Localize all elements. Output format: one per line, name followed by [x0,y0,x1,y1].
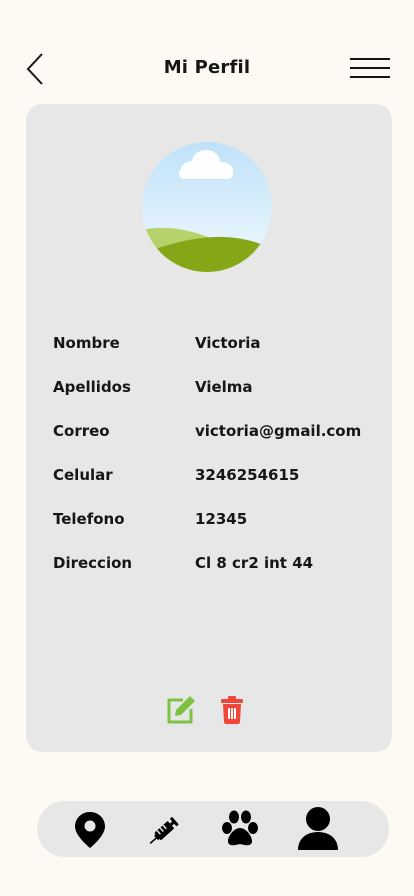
nav-location[interactable] [74,811,106,849]
edit-button[interactable] [166,695,196,725]
field-label: Nombre [53,334,120,352]
profile-row-correo: Correo victoria@gmail.com [53,422,383,444]
profile-row-direccion: Direccion Cl 8 cr2 int 44 [53,554,383,576]
nav-vaccines[interactable] [145,811,185,849]
profile-row-apellidos: Apellidos Vielma [53,378,383,400]
field-value: 3246254615 [195,466,300,484]
profile-row-telefono: Telefono 12345 [53,510,383,532]
field-label: Correo [53,422,110,440]
field-value: victoria@gmail.com [195,422,362,440]
menu-button[interactable] [350,56,392,82]
nav-pets[interactable] [219,809,261,849]
field-value: 12345 [195,510,248,528]
landscape-avatar-icon [142,142,272,272]
nav-profile[interactable] [297,806,339,852]
paw-icon [222,810,258,846]
avatar [142,142,272,272]
field-label: Apellidos [53,378,131,396]
trash-icon [221,696,243,724]
bottom-nav [37,801,389,857]
syringe-icon [149,816,179,845]
field-value: Cl 8 cr2 int 44 [195,554,314,572]
location-pin-icon [75,812,105,848]
field-value: Vielma [195,378,253,396]
field-label: Celular [53,466,113,484]
user-icon [298,807,338,850]
profile-card: Nombre Victoria Apellidos Vielma Correo … [26,104,392,752]
field-label: Direccion [53,554,133,572]
edit-icon [167,696,195,724]
profile-row-nombre: Nombre Victoria [53,334,383,356]
delete-button[interactable] [220,696,244,724]
field-value: Victoria [195,334,261,352]
profile-row-celular: Celular 3246254615 [53,466,383,488]
field-label: Telefono [53,510,125,528]
